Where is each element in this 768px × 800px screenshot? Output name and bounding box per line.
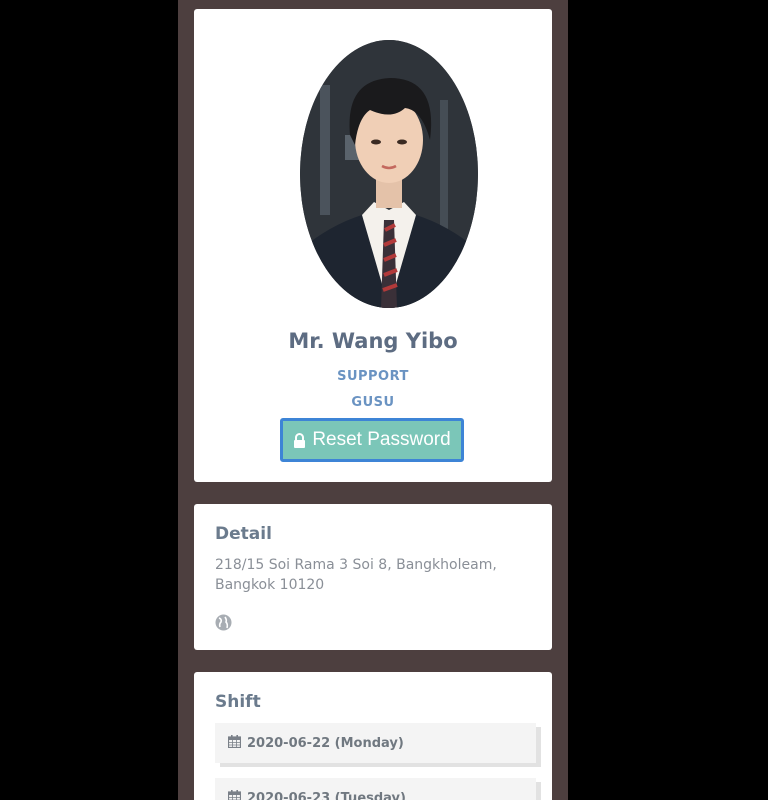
shift-item[interactable]: 2020-06-22 (Monday) [215, 723, 536, 763]
profile-card: Mr. Wang Yibo SUPPORT GUSU Reset Passwor… [194, 9, 552, 482]
lock-icon [293, 432, 306, 448]
detail-address: 218/15 Soi Rama 3 Soi 8, Bangkholeam, Ba… [215, 557, 497, 593]
shift-date: 2020-06-23 (Tuesday) [247, 790, 406, 800]
reset-password-button[interactable]: Reset Password [280, 418, 464, 462]
profile-role: SUPPORT [337, 369, 409, 384]
avatar-photo-icon [300, 40, 478, 308]
globe-icon[interactable] [215, 614, 232, 631]
shift-item[interactable]: 2020-06-23 (Tuesday) [215, 778, 536, 800]
detail-card: Detail 218/15 Soi Rama 3 Soi 8, Bangkhol… [194, 504, 552, 650]
profile-avatar [300, 40, 478, 308]
calendar-icon [227, 789, 242, 800]
shift-title: Shift [215, 692, 261, 712]
profile-name: Mr. Wang Yibo [288, 329, 458, 353]
detail-title: Detail [215, 524, 272, 544]
shift-date: 2020-06-22 (Monday) [247, 735, 404, 751]
reset-password-label: Reset Password [312, 429, 451, 450]
app-screen: Mr. Wang Yibo SUPPORT GUSU Reset Passwor… [178, 0, 568, 800]
shift-card: Shift 2020-06-22 (Monday) 2020-06-23 (Tu… [194, 672, 552, 800]
profile-department: GUSU [351, 395, 395, 410]
calendar-icon [227, 734, 242, 752]
